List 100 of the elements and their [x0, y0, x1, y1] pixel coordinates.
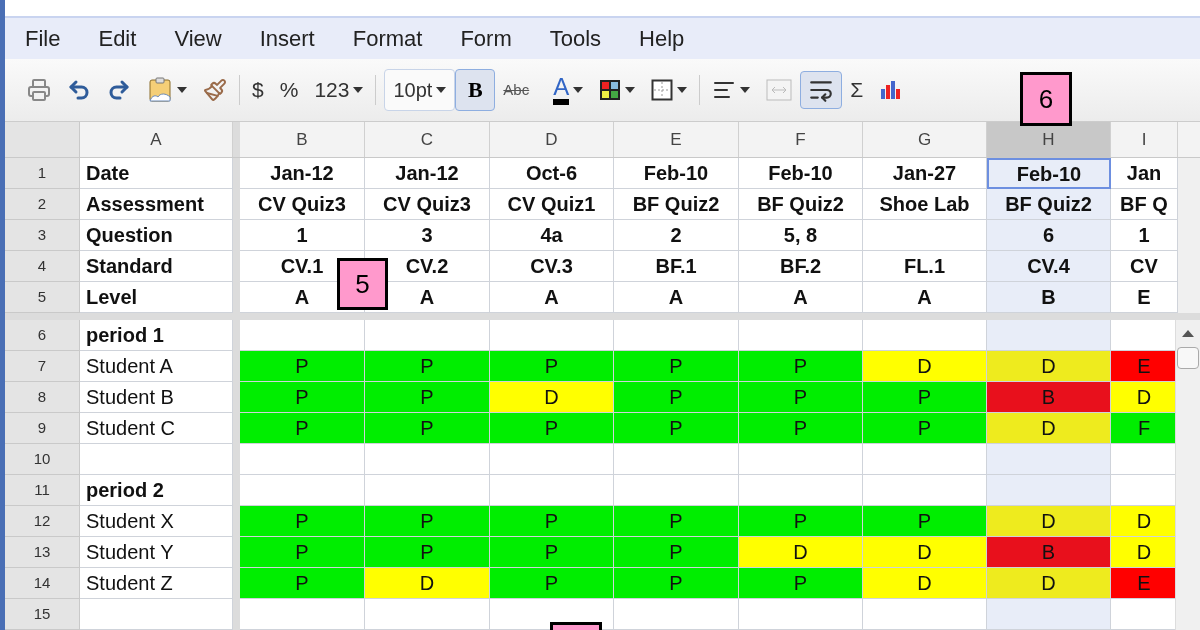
grade-cell: E — [1111, 351, 1178, 382]
grade-cell: P — [739, 413, 863, 444]
grade-cell: P — [863, 506, 987, 537]
grade-cell: P — [365, 351, 490, 382]
brush-icon — [203, 77, 227, 102]
row-number[interactable]: 9 — [5, 413, 80, 444]
grade-cell: D — [987, 568, 1111, 599]
text-color-button[interactable]: A — [545, 70, 592, 109]
column-header[interactable]: H — [987, 121, 1111, 157]
grade-cell: P — [739, 351, 863, 382]
font-size-dropdown[interactable]: 10pt — [384, 68, 456, 111]
toolbar-button[interactable]: % — [271, 70, 307, 109]
table-cell: Jan-27 — [863, 158, 987, 189]
grade-cell: P — [490, 351, 614, 382]
grade-cell: P — [614, 413, 739, 444]
grade-cell: D — [863, 537, 987, 568]
row-number[interactable]: 10 — [5, 444, 80, 475]
table-cell: Student B — [80, 382, 233, 413]
borders-icon — [651, 78, 674, 101]
row-number[interactable]: 8 — [5, 382, 80, 413]
toolbar-button[interactable]: $ — [244, 70, 272, 109]
menu-item[interactable]: Insert — [259, 21, 315, 55]
table-cell: Assessment — [80, 189, 233, 220]
toolbar-button[interactable]: Σ — [842, 70, 872, 109]
table-cell: A — [739, 282, 863, 313]
table-cell: CV — [1111, 251, 1178, 282]
menu-item[interactable]: File — [25, 21, 61, 55]
grade-cell: P — [614, 382, 739, 413]
merge-cells-icon — [766, 78, 793, 101]
grade-cell: P — [614, 568, 739, 599]
table-cell: Shoe Lab — [863, 189, 987, 220]
menu-item[interactable]: Edit — [98, 21, 137, 55]
row-number[interactable]: 4 — [5, 251, 80, 282]
row-number[interactable]: 13 — [5, 537, 80, 568]
print-icon — [27, 77, 51, 102]
grade-cell: P — [365, 413, 490, 444]
table-cell: Feb-10 — [739, 158, 863, 189]
grade-cell: P — [490, 413, 614, 444]
table-cell: CV Quiz1 — [490, 189, 614, 220]
caret-icon — [740, 86, 751, 93]
grade-cell: P — [490, 537, 614, 568]
grade-cell: P — [240, 568, 365, 599]
table-cell: BF Quiz2 — [739, 189, 863, 220]
table-cell: Student C — [80, 413, 233, 444]
row-number[interactable]: 2 — [5, 189, 80, 220]
grade-cell: D — [987, 506, 1111, 537]
menu-item[interactable]: View — [174, 21, 222, 55]
table-cell: 1 — [240, 220, 365, 251]
callout-label: 6 — [1020, 72, 1072, 126]
number-format-button[interactable]: 123 — [306, 70, 372, 109]
row-number[interactable]: 15 — [5, 599, 80, 630]
grade-cell: P — [614, 351, 739, 382]
grade-cell: D — [1111, 382, 1178, 413]
grade-cell: P — [365, 506, 490, 537]
grade-cell: E — [1111, 568, 1178, 599]
table-cell: BF Quiz2 — [987, 189, 1111, 220]
color-grid-icon — [599, 78, 622, 101]
table-cell: FL.1 — [863, 251, 987, 282]
grade-cell: P — [863, 413, 987, 444]
row-number[interactable]: 5 — [5, 282, 80, 313]
table-cell: A — [614, 282, 739, 313]
grade-cell: P — [365, 382, 490, 413]
grade-cell: D — [365, 568, 490, 599]
scroll-up-icon[interactable] — [1182, 330, 1194, 337]
grade-cell: D — [863, 568, 987, 599]
scroll-thumb[interactable] — [1177, 347, 1199, 369]
caret-icon — [436, 86, 447, 93]
table-cell: A — [863, 282, 987, 313]
grade-cell: P — [240, 506, 365, 537]
menu-item[interactable]: Help — [639, 21, 685, 55]
vertical-scrollbar[interactable] — [1175, 320, 1200, 630]
row-number[interactable]: 11 — [5, 475, 80, 506]
table-cell: Question — [80, 220, 233, 251]
table-cell: Student Y — [80, 537, 233, 568]
grade-cell: P — [614, 537, 739, 568]
table-cell: Standard — [80, 251, 233, 282]
menu-item[interactable]: Form — [460, 21, 512, 55]
row-number[interactable]: 6 — [5, 320, 80, 351]
clipboard-icon — [147, 76, 173, 103]
grade-cell: D — [1111, 506, 1178, 537]
caret-icon — [573, 86, 584, 93]
table-cell: BF Quiz2 — [614, 189, 739, 220]
menu-item[interactable]: Format — [352, 21, 423, 55]
row-number[interactable]: 3 — [5, 220, 80, 251]
table-cell: BF Q — [1111, 189, 1178, 220]
grade-cell: D — [490, 382, 614, 413]
table-cell: Student A — [80, 351, 233, 382]
table-cell: Oct-6 — [490, 158, 614, 189]
grade-cell: P — [240, 351, 365, 382]
table-cell: B — [987, 282, 1111, 313]
wrap-text-button[interactable] — [800, 70, 843, 109]
menu-item[interactable]: Tools — [549, 21, 602, 55]
row-number[interactable]: 7 — [5, 351, 80, 382]
row-number[interactable]: 1 — [5, 158, 80, 189]
bold-button[interactable]: B — [455, 68, 496, 111]
row-number[interactable]: 12 — [5, 506, 80, 537]
row-number[interactable]: 14 — [5, 568, 80, 599]
grade-cell: P — [739, 568, 863, 599]
strikethrough-button[interactable]: Abc — [495, 70, 538, 109]
table-cell: 4a — [490, 220, 614, 251]
